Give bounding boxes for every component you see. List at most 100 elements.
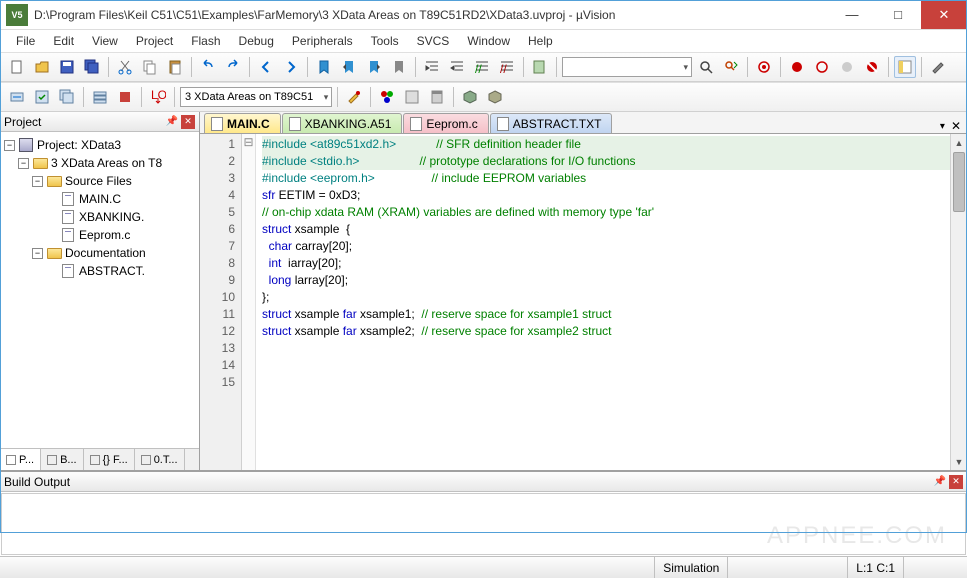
vertical-scrollbar[interactable]: ▲ ▼ (950, 134, 967, 470)
paste-icon[interactable] (164, 56, 186, 78)
comment-icon[interactable]: // (471, 56, 493, 78)
find-icon[interactable] (695, 56, 717, 78)
nav-forward-icon[interactable] (280, 56, 302, 78)
save-all-icon[interactable] (81, 56, 103, 78)
file-label[interactable]: ABSTRACT. (79, 264, 145, 278)
line-gutter: 123456789101112131415 (200, 134, 242, 470)
menu-debug[interactable]: Debug (231, 32, 282, 50)
build-output-header: Build Output 📌 ✕ (0, 472, 967, 492)
fold-column[interactable]: ⊟ (242, 134, 256, 470)
project-bottom-tab[interactable]: {} F... (84, 449, 135, 470)
bookmark-next-icon[interactable] (363, 56, 385, 78)
file-ext-icon[interactable] (376, 86, 398, 108)
file-icon (62, 264, 74, 278)
group-label[interactable]: Documentation (65, 246, 146, 260)
breakpoint-insert-icon[interactable] (786, 56, 808, 78)
tree-toggle[interactable]: − (32, 248, 43, 259)
target-label[interactable]: 3 XData Areas on T8 (51, 156, 162, 170)
stop-build-icon[interactable] (114, 86, 136, 108)
manage-books-icon[interactable] (426, 86, 448, 108)
cut-icon[interactable] (114, 56, 136, 78)
menu-edit[interactable]: Edit (45, 32, 82, 50)
menu-file[interactable]: File (8, 32, 43, 50)
uncomment-icon[interactable]: // (496, 56, 518, 78)
find-combo[interactable] (562, 57, 692, 77)
panel-close-icon[interactable]: ✕ (181, 115, 195, 129)
menu-peripherals[interactable]: Peripherals (284, 32, 361, 50)
file-label[interactable]: MAIN.C (79, 192, 121, 206)
batch-build-icon[interactable] (89, 86, 111, 108)
select-pack-icon[interactable] (459, 86, 481, 108)
outdent-icon[interactable] (446, 56, 468, 78)
tree-toggle[interactable]: − (32, 176, 43, 187)
status-bar: Simulation L:1 C:1 (0, 556, 967, 578)
incremental-find-icon[interactable] (720, 56, 742, 78)
panel-close-icon[interactable]: ✕ (949, 475, 963, 489)
code-editor[interactable]: 123456789101112131415 ⊟ #include <at89c5… (200, 134, 967, 470)
project-panel: Project 📌 ✕ − Project: XData3 − 3 XData … (0, 112, 200, 470)
manage-multi-icon[interactable] (401, 86, 423, 108)
file-tab[interactable]: Eeprom.c (403, 113, 488, 133)
close-button[interactable]: ✕ (921, 1, 967, 29)
menu-help[interactable]: Help (520, 32, 561, 50)
file-label[interactable]: XBANKING. (79, 210, 144, 224)
status-spacer2 (903, 557, 963, 578)
breakpoint-kill-icon[interactable] (861, 56, 883, 78)
target-options-icon[interactable] (343, 86, 365, 108)
project-bottom-tab[interactable]: P... (0, 449, 41, 470)
code-content[interactable]: #include <at89c51xd2.h> // SFR definitio… (256, 134, 967, 470)
breakpoint-enable-icon[interactable] (811, 56, 833, 78)
bookmark-icon[interactable] (313, 56, 335, 78)
debug-icon[interactable] (753, 56, 775, 78)
build-icon[interactable] (31, 86, 53, 108)
new-icon[interactable] (6, 56, 28, 78)
rebuild-icon[interactable] (56, 86, 78, 108)
pack-installer-icon[interactable] (484, 86, 506, 108)
tab-close-icon[interactable]: ✕ (951, 119, 961, 133)
minimize-button[interactable]: — (829, 1, 875, 29)
save-icon[interactable] (56, 56, 78, 78)
menu-window[interactable]: Window (459, 32, 518, 50)
translate-icon[interactable] (6, 86, 28, 108)
pin-icon[interactable]: 📌 (933, 475, 947, 489)
file-tab[interactable]: XBANKING.A51 (282, 113, 403, 133)
file-tab[interactable]: MAIN.C (204, 113, 281, 133)
editor-area: MAIN.CXBANKING.A51Eeprom.cABSTRACT.TXT ▾… (200, 112, 967, 470)
project-bottom-tab[interactable]: 0.T... (135, 449, 185, 470)
project-bottom-tab[interactable]: B... (41, 449, 84, 470)
find-in-files-icon[interactable] (529, 56, 551, 78)
project-root-label[interactable]: Project: XData3 (37, 138, 121, 152)
file-label[interactable]: Eeprom.c (79, 228, 130, 242)
nav-back-icon[interactable] (255, 56, 277, 78)
scroll-down-icon[interactable]: ▼ (951, 453, 967, 470)
download-icon[interactable]: LOAD (147, 86, 169, 108)
menu-view[interactable]: View (84, 32, 126, 50)
indent-icon[interactable] (421, 56, 443, 78)
target-select[interactable]: 3 XData Areas on T89C51 (180, 87, 332, 107)
configure-icon[interactable] (927, 56, 949, 78)
menu-tools[interactable]: Tools (363, 32, 407, 50)
pin-icon[interactable]: 📌 (165, 115, 179, 129)
maximize-button[interactable]: □ (875, 1, 921, 29)
tree-toggle[interactable]: − (18, 158, 29, 169)
menu-svcs[interactable]: SVCS (409, 32, 458, 50)
tree-toggle[interactable]: − (4, 140, 15, 151)
group-label[interactable]: Source Files (65, 174, 132, 188)
undo-icon[interactable] (197, 56, 219, 78)
redo-icon[interactable] (222, 56, 244, 78)
copy-icon[interactable] (139, 56, 161, 78)
menu-flash[interactable]: Flash (183, 32, 228, 50)
tab-menu-icon[interactable]: ▾ (940, 121, 945, 132)
scroll-up-icon[interactable]: ▲ (951, 134, 967, 151)
project-icon (19, 138, 33, 152)
window-layout-icon[interactable] (894, 56, 916, 78)
build-output-body[interactable]: APPNEE.COM (1, 493, 966, 555)
menu-project[interactable]: Project (128, 32, 181, 50)
project-tree[interactable]: − Project: XData3 − 3 XData Areas on T8 … (0, 132, 199, 448)
bookmark-clear-icon[interactable] (388, 56, 410, 78)
open-icon[interactable] (31, 56, 53, 78)
bookmark-prev-icon[interactable] (338, 56, 360, 78)
file-tab[interactable]: ABSTRACT.TXT (490, 113, 613, 133)
breakpoint-disable-icon[interactable] (836, 56, 858, 78)
scroll-thumb[interactable] (953, 152, 965, 212)
